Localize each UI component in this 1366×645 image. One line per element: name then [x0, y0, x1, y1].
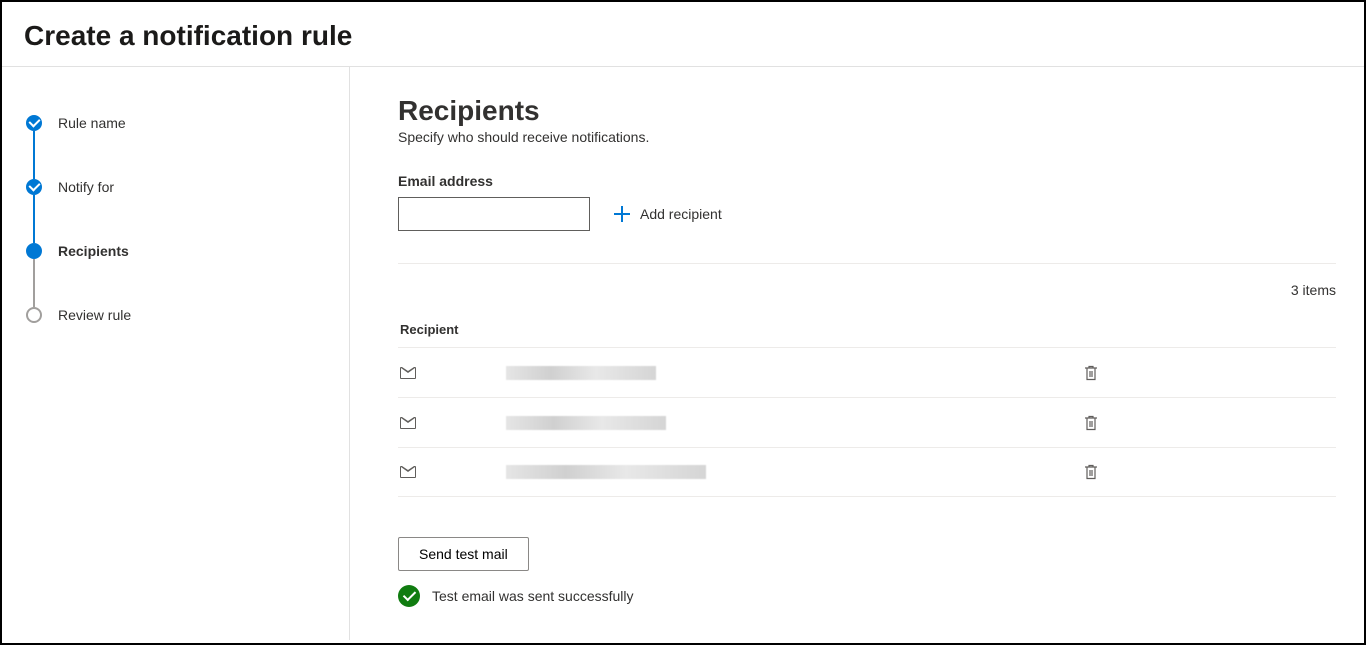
send-test-mail-button[interactable]: Send test mail: [398, 537, 529, 571]
mail-icon: [400, 466, 416, 478]
delete-recipient-button[interactable]: [1078, 409, 1104, 437]
status-message: Test email was sent successfully: [398, 585, 1336, 607]
wizard-steps-sidebar: Rule name Notify for Recipients Review r…: [2, 67, 350, 640]
trash-icon: [1084, 464, 1098, 480]
step-notify-for[interactable]: Notify for: [26, 179, 349, 195]
table-row: [398, 447, 1336, 497]
upcoming-step-icon: [26, 307, 42, 323]
success-checkmark-icon: [398, 585, 420, 607]
email-label: Email address: [398, 173, 1336, 189]
mail-icon: [400, 417, 416, 429]
recipient-email: [506, 366, 656, 380]
main-content: Recipients Specify who should receive no…: [350, 67, 1364, 640]
checkmark-icon: [26, 115, 42, 131]
mail-icon: [400, 367, 416, 379]
trash-icon: [1084, 365, 1098, 381]
delete-recipient-button[interactable]: [1078, 359, 1104, 387]
step-label: Recipients: [58, 243, 129, 259]
current-step-icon: [26, 243, 42, 259]
items-count: 3 items: [398, 282, 1336, 298]
plus-icon: [614, 206, 630, 222]
add-recipient-button[interactable]: Add recipient: [612, 202, 724, 226]
trash-icon: [1084, 415, 1098, 431]
section-heading: Recipients: [398, 95, 1336, 127]
step-rule-name[interactable]: Rule name: [26, 115, 349, 131]
email-input[interactable]: [398, 197, 590, 231]
status-text: Test email was sent successfully: [432, 588, 634, 604]
step-label: Notify for: [58, 179, 114, 195]
step-connector: [33, 131, 35, 179]
checkmark-icon: [26, 179, 42, 195]
step-connector: [33, 195, 35, 243]
divider: [398, 263, 1336, 264]
recipient-email: [506, 416, 666, 430]
section-subtitle: Specify who should receive notifications…: [398, 129, 1336, 145]
page-title: Create a notification rule: [24, 20, 1364, 52]
recipients-table: Recipient: [398, 322, 1336, 497]
add-recipient-label: Add recipient: [640, 206, 722, 222]
table-row: [398, 397, 1336, 447]
step-label: Review rule: [58, 307, 131, 323]
step-connector: [33, 259, 35, 307]
step-recipients[interactable]: Recipients: [26, 243, 349, 259]
step-label: Rule name: [58, 115, 126, 131]
delete-recipient-button[interactable]: [1078, 458, 1104, 486]
page-header: Create a notification rule: [2, 2, 1364, 67]
column-header-recipient: Recipient: [398, 322, 1336, 347]
recipient-email: [506, 465, 706, 479]
step-review-rule[interactable]: Review rule: [26, 307, 349, 323]
table-row: [398, 347, 1336, 397]
